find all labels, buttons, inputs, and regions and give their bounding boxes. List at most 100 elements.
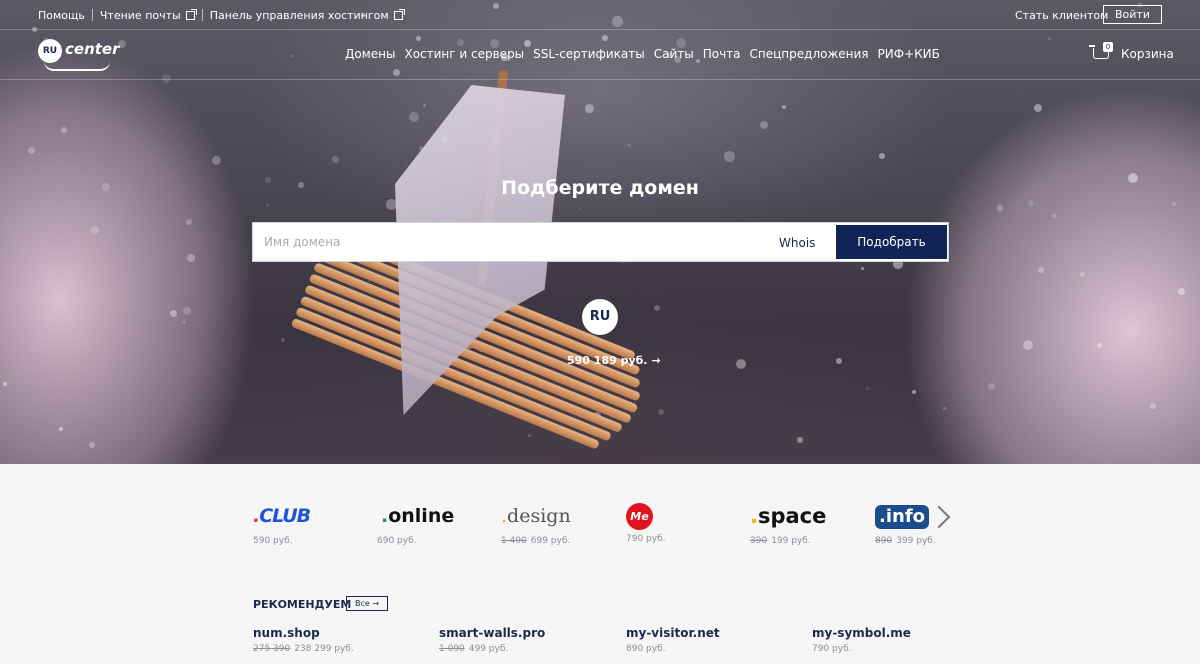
- logo[interactable]: RU center: [38, 39, 120, 71]
- ru-zone-price[interactable]: 590 189 руб. →: [567, 354, 661, 367]
- zone-design-logo: .design: [501, 504, 571, 530]
- zone-old-price: 890: [875, 536, 893, 546]
- sparkle: [1172, 202, 1176, 206]
- login-button[interactable]: Войти: [1103, 5, 1162, 24]
- recommend-item[interactable]: smart-walls.pro 1 090 499 руб.: [439, 626, 545, 654]
- nav-item-domains[interactable]: Домены: [345, 47, 395, 61]
- recommend-current-price: 238 299 руб.: [294, 644, 354, 654]
- zone-online[interactable]: .online 690 руб.: [377, 504, 454, 546]
- zone-old-price: 390: [750, 536, 768, 546]
- domain-search-input[interactable]: [253, 223, 763, 261]
- sparkle: [912, 390, 917, 395]
- sparkle: [186, 219, 193, 226]
- main-nav: RU center Домены Хостинг и серверы SSL-с…: [0, 30, 1200, 80]
- zone-online-logo: .online: [381, 504, 454, 530]
- sparkle: [187, 254, 196, 263]
- sparkle: [3, 382, 7, 386]
- sparkle: [736, 359, 747, 370]
- recommend-price: 790 руб.: [812, 644, 911, 654]
- zone-name: design: [507, 505, 571, 527]
- zone-price: 390 199 руб.: [750, 536, 826, 546]
- zones-section: .CLUB 590 руб. .online 690 руб. .design …: [0, 464, 1200, 664]
- sparkle: [943, 407, 947, 411]
- nav-item-hosting[interactable]: Хостинг и серверы: [404, 47, 524, 61]
- zone-club-logo: .CLUB: [253, 504, 311, 530]
- nav-item-rif[interactable]: РИФ+КИБ: [878, 47, 940, 61]
- recommend-price: 890 руб.: [626, 644, 720, 654]
- recommend-item[interactable]: my-visitor.net 890 руб.: [626, 626, 720, 654]
- external-link-icon: [393, 9, 405, 20]
- search-button[interactable]: Подобрать: [836, 225, 947, 259]
- sparkle: [332, 156, 339, 163]
- whois-link[interactable]: Whois: [779, 236, 815, 250]
- zone-price: 690 руб.: [377, 536, 454, 546]
- zone-name: CLUB: [259, 505, 311, 527]
- sparkle: [1028, 200, 1035, 207]
- recommend-old-price: 275 390: [253, 644, 291, 654]
- zone-space[interactable]: .space 390 199 руб.: [750, 504, 826, 546]
- nav-item-sites[interactable]: Сайты: [654, 47, 694, 61]
- zone-info[interactable]: .info 890 399 руб.: [875, 504, 936, 546]
- zone-name: online: [388, 505, 455, 527]
- sparkle: [1052, 214, 1057, 219]
- zone-price: 590 руб.: [253, 536, 310, 546]
- sparkle: [409, 112, 419, 122]
- zone-old-price: 1 490: [501, 536, 527, 546]
- recommend-domain-name: smart-walls.pro: [439, 626, 546, 640]
- recommend-old-price: 1 090: [439, 644, 465, 654]
- hosting-panel-link[interactable]: Панель управления хостингом: [209, 9, 405, 22]
- sparkle: [386, 199, 397, 210]
- cart-button[interactable]: 0 Корзина: [1089, 42, 1174, 66]
- recommend-item[interactable]: my-symbol.me 790 руб.: [812, 626, 911, 654]
- hosting-panel-link-label: Панель управления хостингом: [209, 9, 389, 22]
- top-links: Помощь Чтение почты Панель управления хо…: [38, 9, 405, 22]
- zone-me-badge: Me: [626, 503, 653, 530]
- become-client-link[interactable]: Стать клиентом: [1015, 9, 1108, 22]
- zone-club[interactable]: .CLUB 590 руб.: [253, 504, 311, 546]
- sparkle: [423, 104, 426, 107]
- domain-search-form: Whois Подобрать: [252, 222, 949, 262]
- zone-design[interactable]: .design 1 490 699 руб.: [501, 504, 571, 546]
- hero-section: Помощь Чтение почты Панель управления хо…: [0, 0, 1200, 464]
- sparkle: [797, 437, 803, 443]
- cart-label: Корзина: [1121, 47, 1174, 61]
- sparkle: [997, 205, 1003, 211]
- logo-center: center: [65, 40, 120, 58]
- zone-price: 1 490 699 руб.: [501, 536, 571, 546]
- sparkle: [1150, 403, 1157, 410]
- sparkle: [579, 208, 581, 210]
- sparkle: [724, 151, 735, 162]
- sparkle: [627, 143, 631, 147]
- zone-me[interactable]: Me 790 руб.: [626, 502, 666, 544]
- webmail-link[interactable]: Чтение почты: [100, 9, 197, 22]
- nav-menu: Домены Хостинг и серверы SSL-сертификаты…: [345, 47, 940, 61]
- zone-price: 890 399 руб.: [875, 536, 936, 546]
- nav-item-offers[interactable]: Спецпредложения: [750, 47, 869, 61]
- sparkle: [183, 307, 191, 315]
- sparkle: [1178, 288, 1185, 295]
- sparkle: [585, 104, 594, 113]
- sparkle: [654, 305, 660, 311]
- logo-swoosh: [44, 61, 110, 71]
- zone-name: space: [757, 504, 827, 528]
- sparkle: [28, 147, 35, 154]
- sparkle: [861, 267, 865, 271]
- recommend-domain-name: num.shop: [253, 626, 320, 640]
- divider: [91, 9, 93, 21]
- sparkle: [988, 383, 995, 390]
- help-link[interactable]: Помощь: [38, 9, 85, 22]
- external-link-icon: [185, 9, 197, 20]
- nav-item-mail[interactable]: Почта: [703, 47, 741, 61]
- zone-current-price: 690 руб.: [377, 536, 417, 546]
- sparkle: [1097, 343, 1103, 349]
- recommend-item[interactable]: num.shop 275 390 238 299 руб.: [253, 626, 354, 654]
- nav-item-ssl[interactable]: SSL-сертификаты: [533, 47, 645, 61]
- sparkle: [782, 105, 786, 109]
- zone-space-logo: .space: [750, 504, 826, 530]
- sparkle: [836, 358, 843, 365]
- zone-current-price: 699 руб.: [530, 536, 571, 546]
- hero-title: Подберите домен: [501, 177, 699, 199]
- zone-info-logo: .info: [875, 504, 936, 530]
- ru-zone-badge[interactable]: RU: [582, 299, 618, 335]
- recommend-all-button[interactable]: Все →: [346, 596, 388, 611]
